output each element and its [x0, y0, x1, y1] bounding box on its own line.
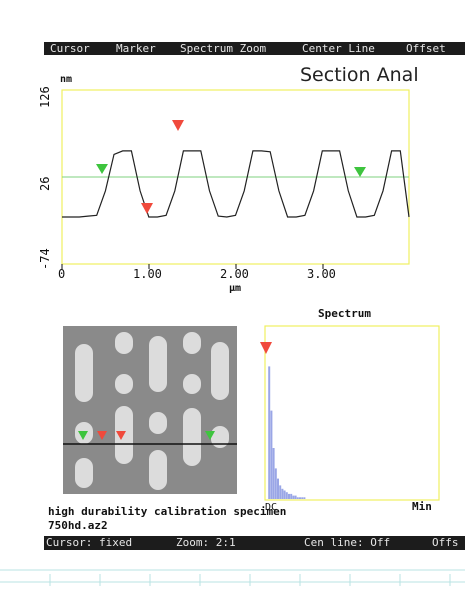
status-zoom: Zoom: 2:1 — [176, 536, 236, 549]
section-profile-chart[interactable]: nm 126 26 -74 0 1.00 2.00 3.00 µm — [0, 60, 420, 310]
spectrum-bar — [294, 495, 297, 499]
spectrum-bar — [288, 493, 290, 499]
spectrum-x-right: Min — [412, 500, 432, 512]
marker-red-bottom[interactable] — [141, 203, 153, 214]
spectrum-marker-red[interactable] — [260, 342, 272, 354]
marker-red-top[interactable] — [172, 120, 184, 131]
status-cen-line: Cen line: Off — [304, 536, 391, 549]
x-tick-3: 3.00 — [307, 267, 336, 281]
spectrum-bar — [283, 490, 286, 499]
spectrum-bar — [277, 478, 279, 499]
spectrum-bar — [299, 497, 301, 499]
y-unit-label: nm — [60, 74, 72, 85]
profile-line — [62, 150, 410, 218]
spectrum-bar — [292, 495, 295, 499]
menu-spectrum-zoom[interactable]: Spectrum Zoom — [180, 42, 266, 55]
spectrum-chart[interactable]: DC Min — [260, 322, 450, 512]
y-tick-26: 26 — [38, 177, 52, 191]
spectrum-bar — [285, 492, 288, 499]
marker-green-left[interactable] — [96, 164, 108, 174]
menu-offset[interactable]: Offset — [406, 42, 446, 55]
afm-image-view[interactable] — [63, 326, 237, 494]
menu-bar: Cursor Marker Spectrum Zoom Center Line … — [44, 42, 465, 55]
spectrum-bar — [279, 485, 282, 499]
spectrum-bar — [290, 493, 293, 499]
menu-center-line[interactable]: Center Line — [302, 42, 375, 55]
spectrum-bar — [270, 410, 273, 499]
spectrum-bar — [296, 497, 299, 499]
x-axis-ticks — [61, 264, 324, 269]
caption-line1: high durability calibration specimen — [48, 505, 287, 518]
spectrum-frame — [264, 325, 440, 501]
spectrum-bar — [274, 468, 277, 499]
status-cursor: Cursor: fixed — [46, 536, 133, 549]
y-tick-neg74: -74 — [38, 248, 52, 270]
menu-marker[interactable]: Marker — [116, 42, 156, 55]
spectrum-bars — [268, 366, 306, 499]
y-tick-126: 126 — [38, 86, 52, 108]
paper-grid — [0, 569, 465, 586]
spectrum-bar — [301, 497, 304, 499]
x-tick-1: 1.00 — [133, 267, 162, 281]
spectrum-bar — [303, 497, 306, 499]
x-tick-0: 0 — [58, 267, 65, 281]
x-unit-label: µm — [229, 283, 241, 294]
menu-cursor[interactable]: Cursor — [50, 42, 90, 55]
caption-line2: 750hd.az2 — [48, 519, 108, 532]
spectrum-bar — [268, 366, 271, 499]
spectrum-bar — [281, 488, 284, 499]
status-offset: Offs — [432, 536, 459, 549]
marker-green-right[interactable] — [354, 167, 366, 177]
status-bar: Cursor: fixed Zoom: 2:1 Cen line: Off Of… — [44, 536, 465, 550]
spectrum-title: Spectrum — [318, 307, 371, 320]
x-tick-2: 2.00 — [220, 267, 249, 281]
spectrum-bar — [272, 448, 275, 499]
